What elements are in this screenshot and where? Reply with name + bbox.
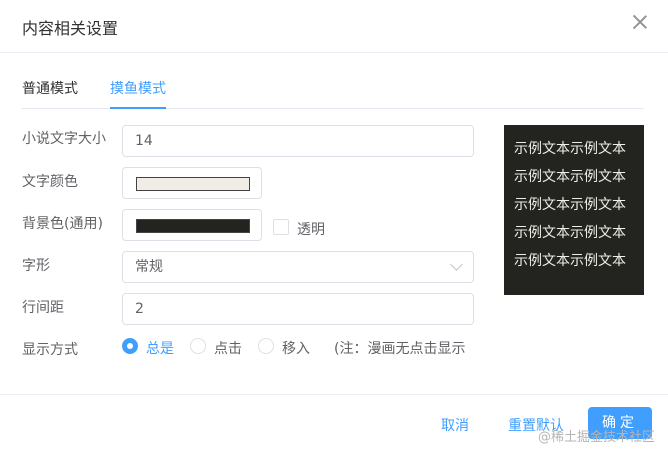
text-preview-panel: 示例文本示例文本 示例文本示例文本 示例文本示例文本 示例文本示例文本 示例文本示例文本 bbox=[504, 125, 644, 295]
radio-always[interactable] bbox=[122, 338, 138, 354]
watermark: @稀土掘金技术社区 bbox=[538, 430, 656, 445]
text-color-picker[interactable] bbox=[122, 167, 262, 199]
text-color-label: 文字颜色 bbox=[22, 174, 78, 190]
preview-line: 示例文本示例文本 bbox=[514, 141, 626, 157]
preview-line: 示例文本示例文本 bbox=[514, 225, 626, 241]
radio-hover[interactable] bbox=[258, 338, 274, 354]
close-icon[interactable] bbox=[632, 14, 648, 30]
bg-color-picker[interactable] bbox=[122, 209, 262, 241]
radio-hover-label[interactable]: 移入 bbox=[282, 338, 310, 358]
dialog-title: 内容相关设置 bbox=[22, 19, 119, 38]
chevron-down-icon bbox=[450, 258, 463, 271]
radio-click[interactable] bbox=[190, 338, 206, 354]
display-mode-note: (注：漫画无点击显示 bbox=[334, 341, 466, 357]
dialog-header: 内容相关设置 bbox=[0, 0, 668, 53]
font-size-input[interactable]: 14 bbox=[122, 125, 474, 157]
mode-tabs: 普通模式 摸鱼模式 bbox=[22, 70, 644, 109]
transparent-checkbox[interactable] bbox=[273, 219, 289, 235]
line-height-label: 行间距 bbox=[22, 300, 64, 316]
tab-slacking-mode[interactable]: 摸鱼模式 bbox=[110, 78, 166, 98]
line-height-input[interactable]: 2 bbox=[122, 293, 474, 325]
bg-color-label: 背景色(通用) bbox=[22, 216, 103, 232]
preview-lines: 示例文本示例文本 示例文本示例文本 示例文本示例文本 示例文本示例文本 示例文本示例文本 bbox=[504, 135, 626, 275]
settings-dialog: 内容相关设置 普通模式 摸鱼模式 小说文字大小 14 文字颜色 背景色(通用) … bbox=[0, 0, 668, 449]
font-size-label: 小说文字大小 bbox=[22, 131, 106, 147]
cancel-button[interactable]: 取消 bbox=[441, 415, 469, 435]
bg-color-swatch bbox=[136, 219, 250, 233]
radio-click-label[interactable]: 点击 bbox=[214, 338, 242, 358]
display-mode-label: 显示方式 bbox=[22, 342, 78, 358]
preview-line: 示例文本示例文本 bbox=[514, 197, 626, 213]
font-style-select[interactable]: 常规 bbox=[122, 251, 474, 283]
tab-normal-mode[interactable]: 普通模式 bbox=[22, 78, 78, 98]
radio-always-label[interactable]: 总是 bbox=[146, 338, 174, 358]
transparent-label: 透明 bbox=[297, 222, 325, 238]
active-tab-indicator bbox=[110, 107, 166, 109]
font-style-value: 常规 bbox=[135, 259, 163, 275]
font-style-label: 字形 bbox=[22, 258, 50, 274]
preview-line: 示例文本示例文本 bbox=[514, 253, 626, 269]
preview-line: 示例文本示例文本 bbox=[514, 169, 626, 185]
text-color-swatch bbox=[136, 177, 250, 191]
